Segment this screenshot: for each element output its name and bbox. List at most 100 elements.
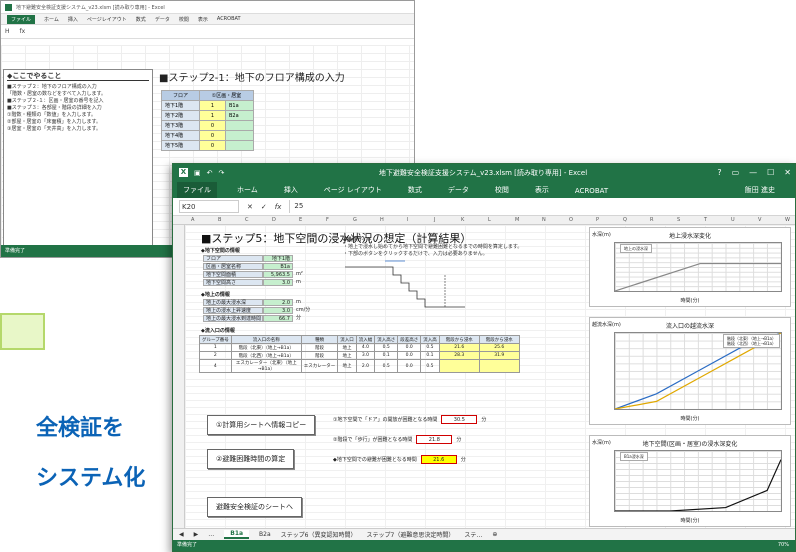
column-header[interactable]: I (407, 217, 408, 223)
table-cell[interactable]: 階段（北東）（地上→B1a） (230, 343, 302, 352)
column-header[interactable]: E (299, 217, 302, 223)
column-header[interactable]: O (569, 217, 573, 223)
tab-file[interactable]: ファイル (177, 182, 217, 198)
column-header[interactable]: H (380, 217, 384, 223)
floor-count-cell[interactable]: 1 (199, 110, 226, 121)
help-icon[interactable]: ? (717, 168, 721, 177)
table-cell[interactable]: 4.0 (355, 343, 376, 352)
name-box[interactable]: K20 (179, 200, 239, 213)
table-cell[interactable]: 地上 (337, 343, 357, 352)
column-header[interactable]: A (191, 217, 194, 223)
sheet-tab-more[interactable]: ステ… (464, 530, 482, 539)
column-header[interactable]: G (353, 217, 357, 223)
floor-code-cell[interactable] (225, 130, 254, 141)
back-tab-data[interactable]: データ (155, 16, 170, 23)
tab-acrobat[interactable]: ACROBAT (569, 184, 614, 198)
floor-code-cell[interactable] (225, 120, 254, 131)
calc-copy-button[interactable]: ①計算用シートへ情報コピー (207, 415, 316, 435)
column-header[interactable]: U (731, 217, 735, 223)
back-tab-insert[interactable]: 挿入 (68, 16, 78, 23)
table-cell[interactable]: 0.0 (397, 359, 422, 373)
table-cell[interactable]: 0.5 (374, 359, 399, 373)
floor-count-cell[interactable]: 0 (199, 130, 226, 141)
table-cell[interactable]: 階段 (300, 343, 339, 352)
table-cell[interactable]: 0.5 (420, 359, 440, 373)
table-cell[interactable]: 地上 (337, 359, 357, 373)
column-header[interactable]: N (542, 217, 546, 223)
sheet-tab-step6[interactable]: ステップ6（異変認知時間） (281, 530, 357, 539)
floor-count-cell[interactable]: 0 (199, 120, 226, 131)
back-tab-layout[interactable]: ページレイアウト (87, 16, 127, 23)
back-tab-review[interactable]: 校閲 (179, 16, 189, 23)
table-cell[interactable]: 0.0 (397, 351, 422, 360)
tab-scroll-right-icon[interactable]: ▶ (194, 531, 199, 538)
table-cell[interactable]: 0.1 (374, 351, 399, 360)
zoom-level[interactable]: 70% (778, 540, 789, 551)
table-cell[interactable]: 25.6 (478, 343, 520, 352)
table-cell[interactable]: 0.5 (374, 343, 399, 352)
add-sheet-icon[interactable]: ⊕ (492, 531, 497, 538)
column-header[interactable]: B (218, 217, 221, 223)
floor-code-cell[interactable]: B1a (225, 100, 254, 111)
column-header[interactable]: R (650, 217, 653, 223)
tab-view[interactable]: 表示 (529, 182, 555, 198)
floor-count-cell[interactable]: 0 (199, 140, 226, 151)
tab-ellipsis[interactable]: … (208, 531, 214, 538)
back-tab-acrobat[interactable]: ACROBAT (217, 16, 241, 22)
tab-review[interactable]: 校閲 (489, 182, 515, 198)
enter-icon[interactable]: ✓ (261, 203, 267, 211)
column-header[interactable]: C (245, 217, 249, 223)
undo-icon[interactable]: ↶ (207, 169, 213, 177)
sheet-tab-step7[interactable]: ステップ7（避難意思決定時間） (367, 530, 455, 539)
column-header[interactable]: S (677, 217, 680, 223)
table-cell[interactable]: 0.0 (397, 343, 422, 352)
table-cell[interactable]: エスカレーター (300, 359, 339, 373)
table-cell[interactable]: 0.1 (420, 351, 440, 360)
column-header[interactable]: L (488, 217, 491, 223)
table-cell[interactable] (438, 359, 480, 373)
table-cell[interactable]: 2.0 (355, 359, 376, 373)
back-tab-file[interactable]: ファイル (7, 14, 36, 24)
column-header[interactable]: D (272, 217, 276, 223)
ribbon-display-icon[interactable]: ▭ (732, 168, 740, 177)
table-cell[interactable]: 0.5 (420, 343, 440, 352)
tab-data[interactable]: データ (442, 182, 475, 198)
table-cell[interactable]: 階段（北西）（地上→B1a） (230, 351, 302, 360)
table-cell[interactable]: 3.0 (355, 351, 376, 360)
table-cell[interactable]: 31.9 (478, 351, 520, 360)
column-header[interactable]: J (434, 217, 435, 223)
floor-count-cell[interactable]: 1 (199, 100, 226, 111)
save-icon[interactable]: ▣ (194, 169, 201, 177)
table-cell[interactable]: エスカレーター（北東）（地上→B1a） (230, 359, 302, 373)
fx-icon[interactable]: fx (275, 203, 282, 211)
sheet-tab-b1a[interactable]: B1a (224, 530, 250, 539)
redo-icon[interactable]: ↷ (219, 169, 225, 177)
table-cell[interactable]: 28.3 (438, 351, 480, 360)
table-cell[interactable]: 21.6 (438, 343, 480, 352)
table-cell[interactable] (478, 359, 520, 373)
minimize-icon[interactable]: — (749, 168, 757, 177)
back-tab-home[interactable]: ホーム (44, 16, 59, 23)
close-icon[interactable]: ✕ (784, 168, 791, 177)
to-verification-sheet-button[interactable]: 避難安全検証のシートへ (207, 497, 302, 517)
column-header[interactable]: W (785, 217, 790, 223)
user-name[interactable]: 飯田 進史 (739, 182, 781, 198)
table-cell[interactable]: 地上 (337, 351, 357, 360)
column-header[interactable]: P (596, 217, 599, 223)
table-cell[interactable]: 2 (199, 351, 232, 360)
floor-code-cell[interactable] (225, 140, 254, 151)
maximize-icon[interactable]: ☐ (767, 168, 774, 177)
tab-page-layout[interactable]: ページ レイアウト (318, 182, 388, 198)
column-header[interactable]: V (758, 217, 761, 223)
tab-scroll-left-icon[interactable]: ◀ (179, 531, 184, 538)
formula-input[interactable]: 25 (289, 200, 795, 213)
floor-code-cell[interactable]: B2a (225, 110, 254, 121)
evac-time-button[interactable]: ②避難困難時間の算定 (207, 449, 295, 469)
tab-insert[interactable]: 挿入 (278, 182, 304, 198)
tab-formulas[interactable]: 数式 (402, 182, 428, 198)
table-cell[interactable]: 4 (199, 359, 232, 373)
cancel-icon[interactable]: ✕ (247, 203, 253, 211)
column-header[interactable]: T (704, 217, 707, 223)
sheet-tab-b2a[interactable]: B2a (259, 531, 271, 538)
back-tab-formulas[interactable]: 数式 (136, 16, 146, 23)
